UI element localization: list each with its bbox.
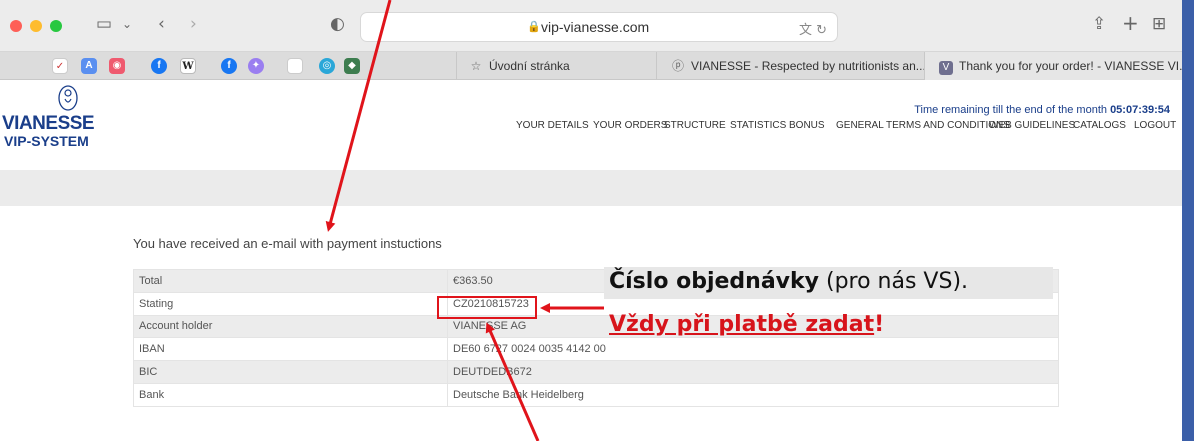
facebook-favicon-2[interactable]: f [221,58,237,74]
zoom-window-button[interactable] [50,20,62,32]
payment-notice: You have received an e-mail with payment… [133,236,442,251]
annotation-always-enter: Vždy při platbě zadat! [609,312,884,337]
logo-emblem-icon [58,85,78,111]
tab-uvodni-stranka[interactable]: ☆ Úvodní stránka [456,52,656,80]
table-row: Bank Deutsche Bank Heidelberg [133,382,1059,407]
nav-catalogs[interactable]: CATALOGS [1073,120,1126,131]
new-tab-icon[interactable]: + [1122,11,1139,35]
row-value: DE60 6727 0024 0035 4142 00 [447,337,1059,362]
table-row: IBAN DE60 6727 0024 0035 4142 00 [133,337,1059,362]
annotation-rest-text: (pro nás VS). [819,269,969,294]
row-label: BIC [133,360,448,384]
chrome-favicon[interactable]: ◎ [319,58,335,74]
forward-icon[interactable]: › [190,14,197,34]
vianesse-favicon: ⓟ [671,59,684,73]
tab-overview-icon[interactable]: ⊞ [1152,14,1166,34]
table-row: Account holder VIANESSE AG [133,314,1059,339]
tab-label: Úvodní stránka [489,59,570,73]
timer-label: Time remaining till the end of the month [914,104,1107,116]
pocket-favicon[interactable]: ◉ [109,58,125,74]
minimize-window-button[interactable] [30,20,42,32]
page-banner-band [0,170,1189,206]
timer-value: 05:07:39:54 [1110,104,1170,116]
blank-favicon[interactable] [287,58,303,74]
messenger-favicon[interactable]: ✦ [248,58,264,74]
url-text: vip-vianesse.com [541,19,650,35]
nav-logout[interactable]: LOGOUT [1134,120,1176,131]
nav-statistics[interactable]: STATISTICS [730,120,786,131]
window-edge [1182,0,1194,441]
row-label: Bank [133,382,448,407]
nav-bonus[interactable]: BONUS [789,120,825,131]
tab-thank-you[interactable]: V Thank you for your order! - VIANESSE VI… [924,52,1189,80]
row-label: IBAN [133,337,448,362]
share-icon[interactable]: ⇪ [1092,14,1106,34]
row-label: Account holder [133,314,448,339]
annotation-underlined-text: Vždy při platbě zadat [609,312,875,337]
checkmark-favicon[interactable]: ✓ [52,58,68,74]
vianesse-logo[interactable]: VIANESSE VIP-SYSTEM [0,83,130,153]
app-favicon[interactable]: ◆ [344,58,360,74]
lock-icon: 🔒 [527,21,541,33]
tab-label: VIANESSE - Respected by nutritionists an… [691,59,924,73]
browser-window: ▭ ⌄ ‹ › ◐ 🔒 vip-vianesse.com 文 ↻ ⇪ + ⊞ ✓… [0,0,1189,441]
row-label: Total [133,269,448,293]
annotation-exclamation: ! [874,312,885,337]
facebook-favicon[interactable]: f [151,58,167,74]
tab-vianesse[interactable]: ⓟ VIANESSE - Respected by nutritionists a… [656,52,924,80]
order-number-highlight-box [437,296,537,319]
annotation-bold-text: Číslo objednávky [609,269,819,294]
nav-structure[interactable]: STRUCTURE [664,120,726,131]
table-row: BIC DEUTDEDB672 [133,360,1059,384]
nav-your-orders[interactable]: YOUR ORDERS [593,120,667,131]
sidebar-icon[interactable]: ▭ [96,14,112,34]
wikipedia-favicon[interactable]: W [180,58,196,74]
tab-label: Thank you for your order! - VIANESSE VI.… [959,59,1189,73]
privacy-shield-icon[interactable]: ◐ [330,14,345,34]
translate-favicon[interactable]: A [81,58,97,74]
nav-general-terms[interactable]: GENERAL TERMS AND CONDITIONS [836,120,1010,131]
tab-bar: ✓ A ◉ f W f ✦ ◎ ◆ ☆ Úvodní stránka ⓟ VIANE… [0,52,1189,80]
v-favicon: V [939,61,953,75]
back-icon[interactable]: ‹ [158,14,165,34]
month-timer: Time remaining till the end of the month… [914,104,1170,116]
logo-subtext: VIP-SYSTEM [4,133,89,149]
annotation-order-number: Číslo objednávky (pro nás VS). [609,269,968,294]
nav-your-details[interactable]: YOUR DETAILS [516,120,589,131]
address-bar[interactable]: 🔒 vip-vianesse.com 文 ↻ [360,12,838,42]
chevron-down-icon[interactable]: ⌄ [122,17,132,31]
site-header: VIANESSE VIP-SYSTEM Time remaining till … [0,80,1189,170]
logo-text: VIANESSE [2,113,95,134]
translate-reload-icon[interactable]: 文 ↻ [799,19,827,38]
browser-toolbar: ▭ ⌄ ‹ › ◐ 🔒 vip-vianesse.com 文 ↻ ⇪ + ⊞ [0,0,1189,52]
row-value: DEUTDEDB672 [447,360,1059,384]
star-icon: ☆ [470,59,482,73]
row-label: Stating [133,291,448,316]
row-value: Deutsche Bank Heidelberg [447,382,1059,407]
close-window-button[interactable] [10,20,22,32]
nav-web-guidelines[interactable]: WEB GUIDELINES [989,120,1075,131]
